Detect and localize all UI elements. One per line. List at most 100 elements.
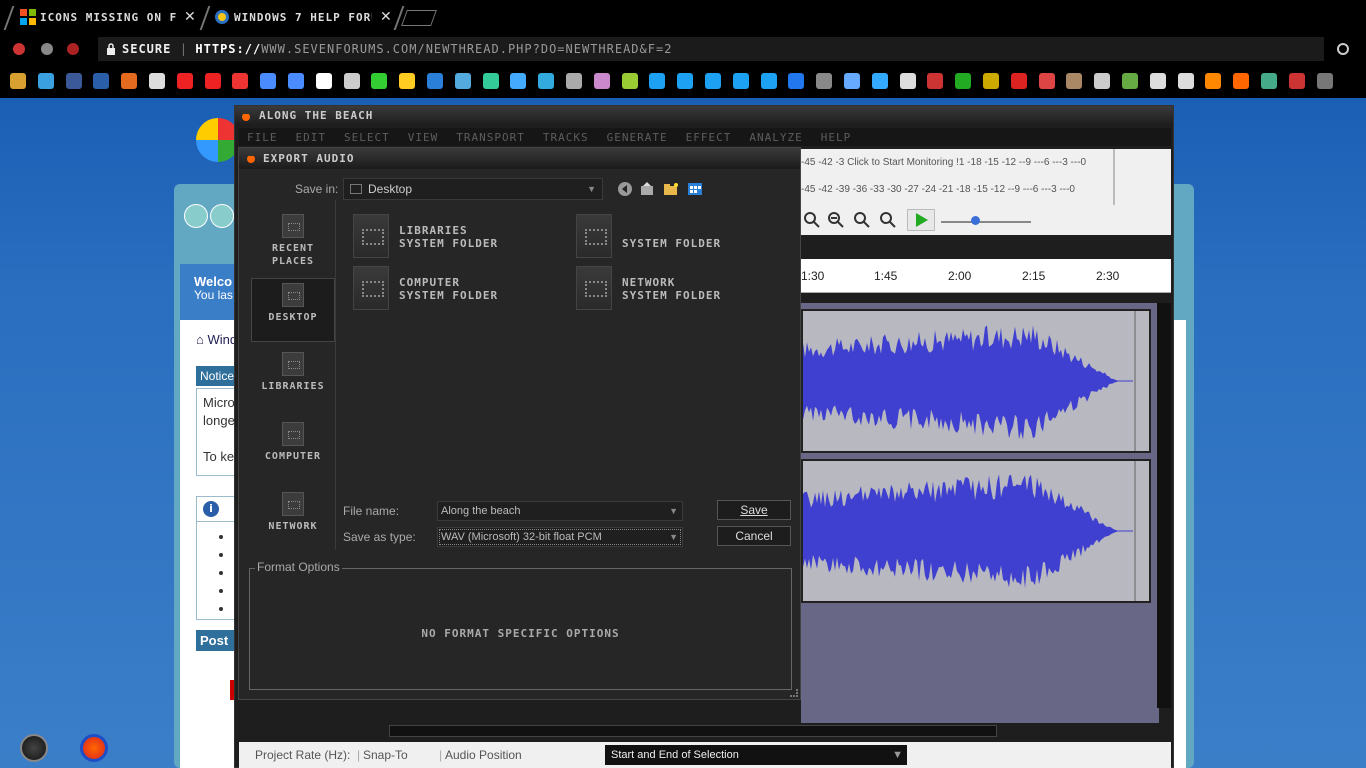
extension-icon[interactable] [40,42,54,56]
save-button[interactable]: Save [717,500,791,520]
bookmark-ball-icon[interactable] [621,73,638,89]
folder-item-libraries[interactable]: Libraries System Folder [353,214,563,258]
start-orb-icon[interactable] [20,734,48,762]
bookmark-youtube-icon[interactable] [204,73,221,89]
forward-icon[interactable] [210,204,234,228]
bookmark-orange-icon[interactable] [1205,73,1222,89]
bookmark-folder-icon[interactable] [10,73,26,89]
bookmark-printer-icon[interactable] [149,73,165,89]
menu-file[interactable]: File [247,131,278,144]
bookmark-multi-icon[interactable] [1122,73,1138,89]
record-meter[interactable]: -45 -42 -3 Click to Start Monitoring !1 … [801,150,1121,176]
fit-selection-icon[interactable] [853,211,871,229]
audio-track-right[interactable] [801,459,1151,603]
bookmark-g-blue-icon[interactable] [871,73,888,89]
playback-speed-slider[interactable] [941,221,1031,223]
bookmark-w-italic-icon[interactable] [343,73,360,89]
settings-icon[interactable] [1336,42,1350,56]
bookmark-wikipedia-icon[interactable] [315,73,332,89]
bookmark-twitter-icon[interactable] [732,73,749,89]
bookmark-youtube-icon[interactable] [176,73,193,89]
bookmark-news-icon[interactable] [93,73,110,89]
bookmark-d-logo-icon[interactable] [482,73,499,89]
selection-mode-dropdown[interactable]: Start and End of Selection ▼ [605,745,907,765]
breadcrumb[interactable]: ⌂ Wind [196,332,237,347]
bookmark-cloud-icon[interactable] [454,73,471,89]
bookmark-a-white-icon[interactable] [1177,73,1194,89]
cancel-button[interactable]: Cancel [717,526,791,546]
vertical-scrollbar[interactable] [1157,303,1171,708]
bookmark-virus-icon[interactable] [1288,73,1305,89]
bookmark-o-green-icon[interactable] [955,73,972,89]
url-field[interactable]: Secure | https:// www.sevenforums.com/ne… [98,37,1324,61]
bookmark-mushroom-icon[interactable] [1010,73,1027,89]
zoom-out-icon[interactable] [827,211,845,229]
place-desktop[interactable]: Desktop [251,278,335,342]
bookmark-lightning-icon[interactable] [399,73,416,89]
menu-transport[interactable]: Transport [456,131,525,144]
menu-select[interactable]: Select [344,131,390,144]
menu-analyze[interactable]: Analyze [749,131,802,144]
play-at-speed-button[interactable] [907,209,935,231]
bookmark-star-icon[interactable] [788,73,805,89]
bookmark-twitter-icon[interactable] [649,73,666,89]
place-computer[interactable]: Computer [251,418,335,482]
timeline-ruler[interactable]: 1:30 1:45 2:00 2:15 2:30 [801,259,1171,293]
bookmark-more-icon[interactable] [1094,73,1111,89]
fit-project-icon[interactable] [879,211,897,229]
bookmark-chart-icon[interactable] [816,73,833,89]
bookmark-zd-icon[interactable] [1316,73,1333,89]
bookmark-chrome-icon[interactable] [1261,73,1277,89]
back-arrow-icon[interactable] [617,181,633,197]
horizontal-scrollbar[interactable] [389,725,997,737]
menu-tracks[interactable]: Tracks [543,131,589,144]
breadcrumb-link[interactable]: Wind [207,332,237,347]
up-folder-icon[interactable] [639,181,655,197]
bookmark-pacman-icon[interactable] [1038,73,1055,89]
bookmark-twitter-icon[interactable] [760,73,777,89]
bookmark-tools-icon[interactable] [37,73,54,89]
audacity-taskbar-icon[interactable] [80,734,108,762]
menu-help[interactable]: Help [821,131,852,144]
audio-track-left[interactable] [801,309,1151,453]
folder-item-network[interactable]: Network System Folder [576,266,786,310]
place-recent[interactable]: Recent Places [251,210,335,274]
extension-icon[interactable] [66,42,80,56]
bookmark-twitter-icon[interactable] [705,73,721,89]
bookmark-wordpress-icon[interactable] [427,73,443,89]
playback-meter[interactable]: -45 -42 -39 -36 -33 -30 -27 -24 -21 -18 … [801,177,1121,203]
tab-windows7-help[interactable]: Windows 7 Help Foru ✕ [214,6,394,28]
place-libraries[interactable]: Libraries [251,348,335,412]
save-in-dropdown[interactable]: Desktop ▼ [343,178,603,200]
bookmark-g-logo-icon[interactable] [510,73,527,89]
bookmark-w-blue-icon[interactable] [260,73,277,89]
tab-icons-missing[interactable]: Icons missing on File ✕ [20,6,198,28]
extension-icon[interactable] [12,42,26,56]
close-tab-icon[interactable]: ✕ [380,9,392,25]
track-area[interactable] [801,303,1159,723]
save-as-type-dropdown[interactable]: WAV (Microsoft) 32-bit float PCM ▼ [437,527,683,547]
bookmark-w-blue-icon[interactable] [288,73,304,89]
file-name-input[interactable]: Along the beach ▼ [437,501,683,521]
bookmark-a-logo-icon[interactable] [844,73,860,89]
bookmark-a-white-icon[interactable] [1149,73,1166,89]
home-icon[interactable]: ⌂ [196,332,204,347]
menu-view[interactable]: View [408,131,439,144]
bookmark-leaf-icon[interactable] [983,73,999,89]
back-icon[interactable] [184,204,208,228]
folder-item-computer[interactable]: Computer System Folder [353,266,563,310]
bookmark-twitter-icon[interactable] [677,73,694,89]
place-network[interactable]: Network [251,488,335,552]
bookmark-lightning-icon[interactable] [371,73,388,89]
menu-effect[interactable]: Effect [686,131,732,144]
resize-grip-icon[interactable] [790,689,798,697]
bookmark-blogger-icon[interactable] [1233,73,1250,89]
zoom-in-icon[interactable] [803,211,821,229]
bookmark-film-icon[interactable] [899,73,916,89]
bookmark-tm-icon[interactable] [927,73,944,89]
folder-item-user[interactable]: System Folder [576,214,786,258]
slider-thumb[interactable] [971,216,980,225]
new-tab-button[interactable] [401,10,437,26]
bookmark-peace-icon[interactable] [593,73,610,89]
close-tab-icon[interactable]: ✕ [184,9,196,25]
